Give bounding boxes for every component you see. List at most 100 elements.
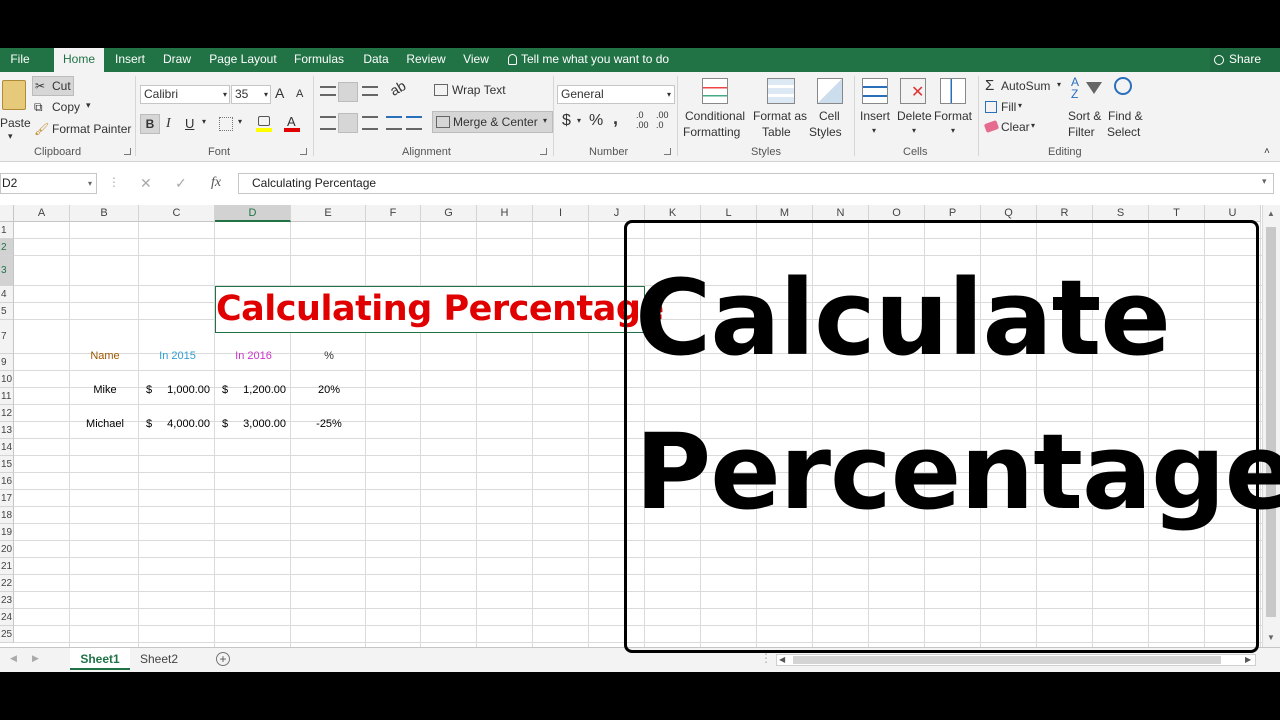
- number-launcher-icon[interactable]: [664, 148, 671, 155]
- autosum-button[interactable]: Σ AutoSum ▾: [983, 77, 1069, 96]
- formula-input[interactable]: Calculating Percentage: [238, 173, 1274, 194]
- row-header-17[interactable]: 17: [0, 490, 14, 507]
- wrap-text-button[interactable]: Wrap Text: [432, 81, 522, 101]
- tab-home[interactable]: Home: [54, 48, 104, 72]
- percent-button[interactable]: %: [589, 112, 603, 130]
- row-header-10[interactable]: 10: [0, 371, 14, 388]
- header-2016[interactable]: In 2016: [216, 350, 291, 362]
- format-painter-button[interactable]: 🖌 Format Painter: [34, 122, 134, 140]
- select-all-corner[interactable]: [0, 205, 14, 222]
- italic-button[interactable]: I: [166, 116, 171, 132]
- font-size-dropdown[interactable]: 35 ▾: [231, 85, 271, 104]
- column-header-a[interactable]: A: [14, 205, 70, 222]
- tab-view[interactable]: View: [456, 48, 496, 72]
- cancel-icon[interactable]: ✕: [140, 175, 152, 192]
- chevron-down-icon[interactable]: ▾: [1262, 176, 1267, 187]
- shrink-font-button[interactable]: A: [296, 88, 303, 100]
- row-header-23[interactable]: 23: [0, 592, 14, 609]
- find-select-button[interactable]: Find & Select: [1106, 76, 1150, 142]
- row-header-12[interactable]: 12: [0, 405, 14, 422]
- grow-font-button[interactable]: A: [275, 85, 284, 101]
- column-header-e[interactable]: E: [291, 205, 366, 222]
- align-center-icon[interactable]: [338, 113, 358, 133]
- fill-button[interactable]: Fill ▾: [983, 99, 1043, 117]
- row-header-13[interactable]: 13: [0, 422, 14, 439]
- share-button[interactable]: Share: [1210, 48, 1280, 72]
- alignment-launcher-icon[interactable]: [540, 148, 547, 155]
- row-header-21[interactable]: 21: [0, 558, 14, 575]
- orientation-icon[interactable]: ab: [387, 77, 408, 99]
- row-header-19[interactable]: 19: [0, 524, 14, 541]
- header-percent[interactable]: %: [292, 350, 366, 362]
- column-header-h[interactable]: H: [477, 205, 533, 222]
- column-header-g[interactable]: G: [421, 205, 477, 222]
- cell-amount-2016[interactable]: 3,000.00: [216, 418, 286, 430]
- copy-button[interactable]: ⧉ Copy ▾: [34, 100, 98, 118]
- number-format-dropdown[interactable]: General ▾: [557, 85, 675, 104]
- scroll-up-icon[interactable]: ▲: [1267, 209, 1275, 218]
- row-header-5[interactable]: 5: [0, 303, 14, 320]
- sheet-tab-sheet1[interactable]: Sheet1: [70, 648, 130, 670]
- row-header-2[interactable]: 2: [0, 239, 14, 256]
- next-sheet-icon[interactable]: ▶: [32, 653, 39, 664]
- row-header-1[interactable]: 1: [0, 222, 14, 239]
- row-header-22[interactable]: 22: [0, 575, 14, 592]
- align-left-icon[interactable]: [320, 116, 336, 130]
- conditional-formatting-button[interactable]: Conditional Formatting: [681, 76, 751, 142]
- prev-sheet-icon[interactable]: ◀: [10, 653, 17, 664]
- sort-filter-button[interactable]: AZ Sort & Filter: [1066, 76, 1106, 142]
- row-header-14[interactable]: 14: [0, 439, 14, 456]
- middle-align-icon[interactable]: [338, 82, 358, 102]
- font-color-icon[interactable]: A: [284, 114, 300, 132]
- tab-page-layout[interactable]: Page Layout: [204, 48, 282, 72]
- paste-button[interactable]: Paste ▾: [0, 76, 31, 142]
- horizontal-scrollbar[interactable]: ◀ ▶: [776, 654, 1256, 666]
- font-launcher-icon[interactable]: [300, 148, 307, 155]
- row-header-24[interactable]: 24: [0, 609, 14, 626]
- row-header-9[interactable]: 9: [0, 354, 14, 371]
- tab-file[interactable]: File: [0, 48, 40, 72]
- insert-cells-button[interactable]: Insert ▾: [858, 76, 894, 142]
- cut-button[interactable]: ✂ Cut: [32, 76, 74, 96]
- column-header-d[interactable]: D: [215, 205, 291, 222]
- cell-amount-2016[interactable]: 1,200.00: [216, 384, 286, 396]
- cell-percent[interactable]: -25%: [292, 418, 366, 430]
- column-header-c[interactable]: C: [139, 205, 215, 222]
- comma-button[interactable]: ,: [613, 108, 618, 129]
- cell-styles-button[interactable]: Cell Styles: [809, 76, 851, 142]
- row-header-18[interactable]: 18: [0, 507, 14, 524]
- increase-decimal-icon[interactable]: .0.00: [636, 110, 649, 130]
- top-align-icon[interactable]: [320, 86, 336, 96]
- bottom-align-icon[interactable]: [362, 86, 378, 96]
- column-header-i[interactable]: I: [533, 205, 589, 222]
- clipboard-launcher-icon[interactable]: [124, 148, 131, 155]
- delete-cells-button[interactable]: ✕ Delete ▾: [896, 76, 934, 142]
- fill-color-icon[interactable]: [256, 116, 272, 132]
- bold-button[interactable]: B: [140, 114, 160, 134]
- merge-center-button[interactable]: Merge & Center ▾: [432, 111, 553, 133]
- column-header-b[interactable]: B: [70, 205, 139, 222]
- row-header-15[interactable]: 15: [0, 456, 14, 473]
- tab-insert[interactable]: Insert: [108, 48, 152, 72]
- align-right-icon[interactable]: [362, 116, 378, 130]
- scroll-thumb[interactable]: [793, 656, 1221, 664]
- underline-button[interactable]: U: [185, 116, 194, 131]
- borders-icon[interactable]: [219, 117, 233, 131]
- cell-name[interactable]: Michael: [72, 418, 138, 430]
- font-name-dropdown[interactable]: Calibri ▾: [140, 85, 230, 104]
- clear-button[interactable]: Clear ▾: [983, 119, 1049, 137]
- header-2015[interactable]: In 2015: [140, 350, 215, 362]
- cell-name[interactable]: Mike: [72, 384, 138, 396]
- cell-amount-2015[interactable]: 1,000.00: [140, 384, 210, 396]
- increase-indent-icon[interactable]: [406, 116, 422, 130]
- collapse-ribbon-icon[interactable]: ˄: [1264, 146, 1270, 157]
- row-header-4[interactable]: 4: [0, 286, 14, 303]
- row-header-3[interactable]: 3: [0, 256, 14, 286]
- tell-me-search[interactable]: Tell me what you want to do: [508, 48, 669, 72]
- chevron-down-icon[interactable]: ▾: [577, 116, 581, 125]
- decrease-decimal-icon[interactable]: .00.0: [656, 110, 669, 130]
- row-header-25[interactable]: 25: [0, 626, 14, 643]
- currency-button[interactable]: $: [562, 112, 571, 130]
- header-name[interactable]: Name: [72, 350, 138, 362]
- scroll-left-icon[interactable]: ◀: [779, 655, 785, 664]
